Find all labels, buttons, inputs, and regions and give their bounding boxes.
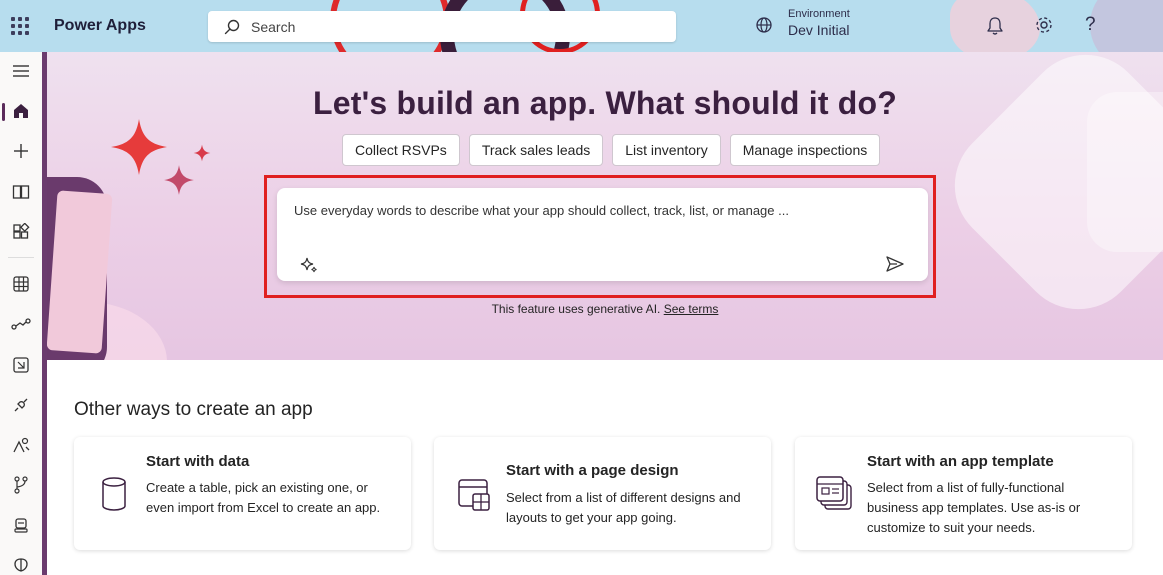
card-title: Start with data	[146, 453, 250, 470]
active-indicator	[2, 103, 5, 121]
search-placeholder: Search	[251, 19, 296, 35]
sparkle-decoration	[193, 144, 211, 162]
environment-picker[interactable]: Dev Initial	[788, 22, 849, 38]
prompt-placeholder: Use everyday words to describe what your…	[294, 203, 789, 218]
sparkle-decoration	[164, 165, 194, 195]
suggestion-chip[interactable]: Track sales leads	[468, 134, 604, 166]
card-description: Select from a list of different designs …	[506, 490, 741, 525]
copilot-prompt-box[interactable]: Use everyday words to describe what your…	[277, 188, 928, 281]
card-description: Select from a list of fully-functional b…	[867, 480, 1081, 535]
template-icon	[815, 475, 855, 518]
gear-icon[interactable]	[1034, 15, 1054, 40]
database-icon	[100, 477, 128, 516]
card-title: Start with a page design	[506, 462, 679, 479]
bell-icon[interactable]	[986, 16, 1004, 41]
other-ways-title: Other ways to create an app	[74, 399, 313, 420]
solution-icon[interactable]	[0, 347, 42, 383]
apps-icon[interactable]	[0, 214, 42, 250]
plus-icon[interactable]	[0, 133, 42, 169]
hero-decoration	[47, 190, 113, 354]
ai-notice-text: This feature uses generative AI.	[491, 302, 661, 316]
flow-icon[interactable]	[0, 306, 42, 342]
ai-icon[interactable]	[0, 427, 42, 463]
see-terms-link[interactable]: See terms	[664, 302, 719, 316]
card-title: Start with an app template	[867, 453, 1054, 470]
search-icon	[224, 19, 240, 40]
start-with-page-design-card[interactable]: Start with a page design Select from a l…	[434, 437, 771, 550]
ai-notice: This feature uses generative AI. See ter…	[47, 302, 1163, 316]
search-input[interactable]: Search	[208, 11, 676, 42]
sparkle-icon[interactable]	[300, 256, 318, 279]
app-title[interactable]: Power Apps	[54, 17, 146, 35]
card-description: Create a table, pick an existing one, or…	[146, 480, 381, 515]
bot-icon[interactable]	[0, 507, 42, 543]
table-icon[interactable]	[0, 266, 42, 302]
question-icon[interactable]: ?	[1085, 14, 1096, 36]
brain-icon[interactable]	[0, 547, 42, 575]
rail-divider	[8, 257, 34, 258]
environment-label: Environment	[788, 8, 850, 20]
top-bar: Power Apps Search Environment Dev Initia…	[0, 0, 1163, 52]
page-design-icon	[457, 477, 493, 518]
start-with-data-card[interactable]: Start with data Create a table, pick an …	[74, 437, 411, 550]
home-icon[interactable]	[0, 93, 42, 129]
plug-icon[interactable]	[0, 387, 42, 423]
suggestion-chip[interactable]: List inventory	[612, 134, 721, 166]
suggestion-chips: Collect RSVPs Track sales leads List inv…	[342, 134, 881, 166]
sparkle-decoration	[111, 119, 167, 175]
hamburger-icon[interactable]	[0, 53, 42, 89]
branch-icon[interactable]	[0, 467, 42, 503]
waffle-icon[interactable]	[11, 17, 29, 35]
banner-decoration	[1090, 0, 1163, 52]
send-icon[interactable]	[886, 256, 904, 277]
suggestion-chip[interactable]: Collect RSVPs	[342, 134, 460, 166]
hero-section: Let's build an app. What should it do? C…	[47, 52, 1163, 360]
left-nav-rail	[0, 52, 42, 575]
hero-headline: Let's build an app. What should it do?	[312, 85, 898, 121]
start-with-template-card[interactable]: Start with an app template Select from a…	[795, 437, 1132, 550]
globe-icon[interactable]	[755, 16, 773, 39]
suggestion-chip[interactable]: Manage inspections	[729, 134, 881, 166]
book-icon[interactable]	[0, 174, 42, 210]
